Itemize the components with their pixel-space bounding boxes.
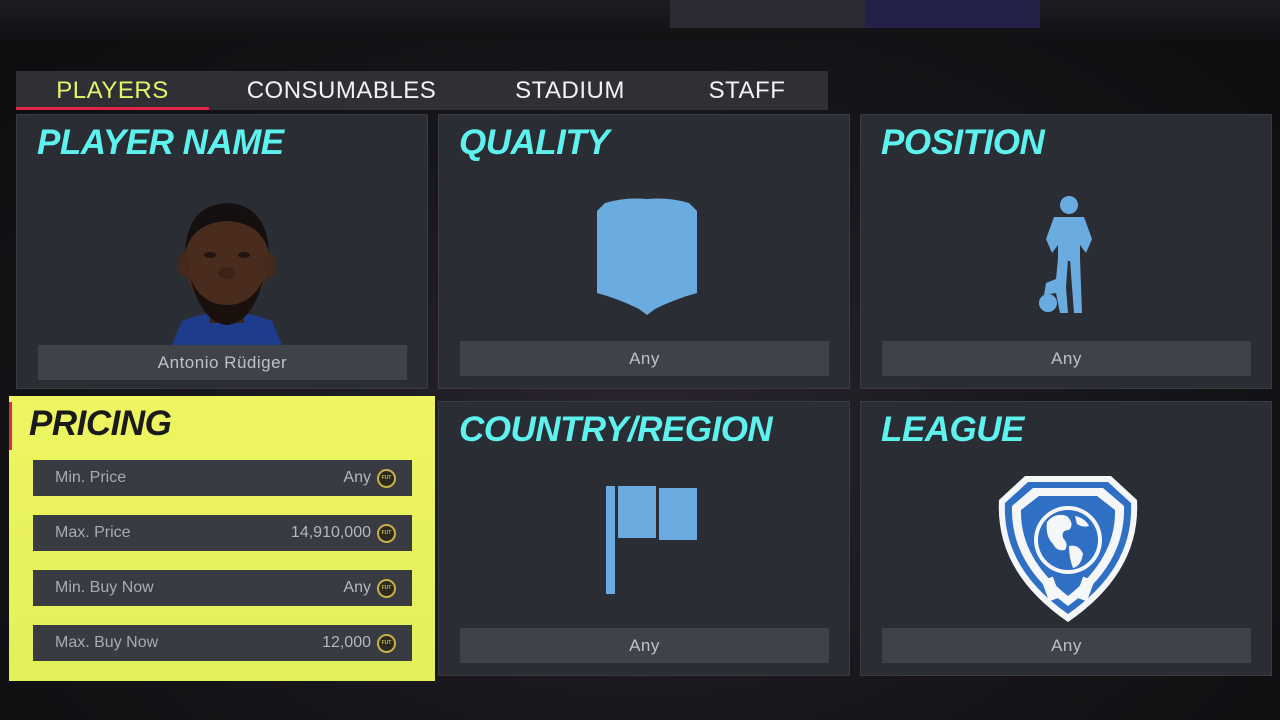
quality-title: QUALITY — [459, 123, 610, 162]
pricing-panel[interactable]: PRICING Min. Price Any FUT Max. Price 14… — [9, 396, 435, 681]
country-region-panel[interactable]: COUNTRY/REGION Any — [438, 401, 850, 676]
max-price-label: Max. Price — [55, 524, 131, 541]
min-price-label: Min. Price — [55, 469, 127, 486]
min-buy-now-value-group: Any FUT — [343, 578, 396, 598]
coin-icon: FUT — [377, 468, 396, 488]
pricing-title: PRICING — [29, 404, 172, 443]
player-silhouette-icon — [1039, 196, 1092, 313]
player-name-title: PLAYER NAME — [37, 123, 284, 162]
position-panel[interactable]: POSITION Any — [860, 114, 1272, 389]
position-title: POSITION — [881, 123, 1045, 162]
max-buy-now-label: Max. Buy Now — [55, 634, 159, 651]
league-globe-crest-icon — [998, 476, 1138, 622]
tab-stadium[interactable]: STADIUM — [474, 71, 666, 110]
match-score-strip — [0, 0, 1280, 40]
max-price-value: 14,910,000 — [290, 524, 371, 541]
min-buy-now-label: Min. Buy Now — [55, 579, 154, 596]
max-buy-now-value: 12,000 — [322, 634, 371, 651]
player-portrait — [172, 203, 282, 345]
tab-consumables[interactable]: CONSUMABLES — [209, 71, 474, 110]
league-title: LEAGUE — [881, 410, 1024, 449]
position-value[interactable]: Any — [882, 341, 1251, 376]
away-score-box — [865, 0, 1040, 28]
min-buy-now-value: Any — [343, 579, 371, 596]
flag-icon — [606, 486, 697, 594]
tab-staff[interactable]: STAFF — [666, 71, 828, 110]
max-price-row[interactable]: Max. Price 14,910,000 FUT — [33, 515, 412, 551]
card-shield-icon — [597, 198, 697, 315]
category-tabs: PLAYERS CONSUMABLES STADIUM STAFF — [16, 71, 828, 110]
min-price-value: Any — [343, 469, 371, 486]
max-price-value-group: 14,910,000 FUT — [290, 523, 396, 543]
max-buy-now-row[interactable]: Max. Buy Now 12,000 FUT — [33, 625, 412, 661]
player-name-value[interactable]: Antonio Rüdiger — [38, 345, 407, 380]
coin-icon: FUT — [377, 578, 396, 598]
country-region-title: COUNTRY/REGION — [459, 410, 773, 449]
min-buy-now-row[interactable]: Min. Buy Now Any FUT — [33, 570, 412, 606]
coin-icon: FUT — [377, 523, 396, 543]
player-name-panel[interactable]: PLAYER NAME Antonio Rüdiger — [16, 114, 428, 389]
quality-value[interactable]: Any — [460, 341, 829, 376]
min-price-row[interactable]: Min. Price Any FUT — [33, 460, 412, 496]
home-score-box — [670, 0, 865, 28]
league-panel[interactable]: LEAGUE Any — [860, 401, 1272, 676]
country-region-value[interactable]: Any — [460, 628, 829, 663]
tab-players[interactable]: PLAYERS — [16, 71, 209, 110]
min-price-value-group: Any FUT — [343, 468, 396, 488]
max-buy-now-value-group: 12,000 FUT — [322, 633, 396, 653]
coin-icon: FUT — [377, 633, 396, 653]
quality-panel[interactable]: QUALITY Any — [438, 114, 850, 389]
league-value[interactable]: Any — [882, 628, 1251, 663]
